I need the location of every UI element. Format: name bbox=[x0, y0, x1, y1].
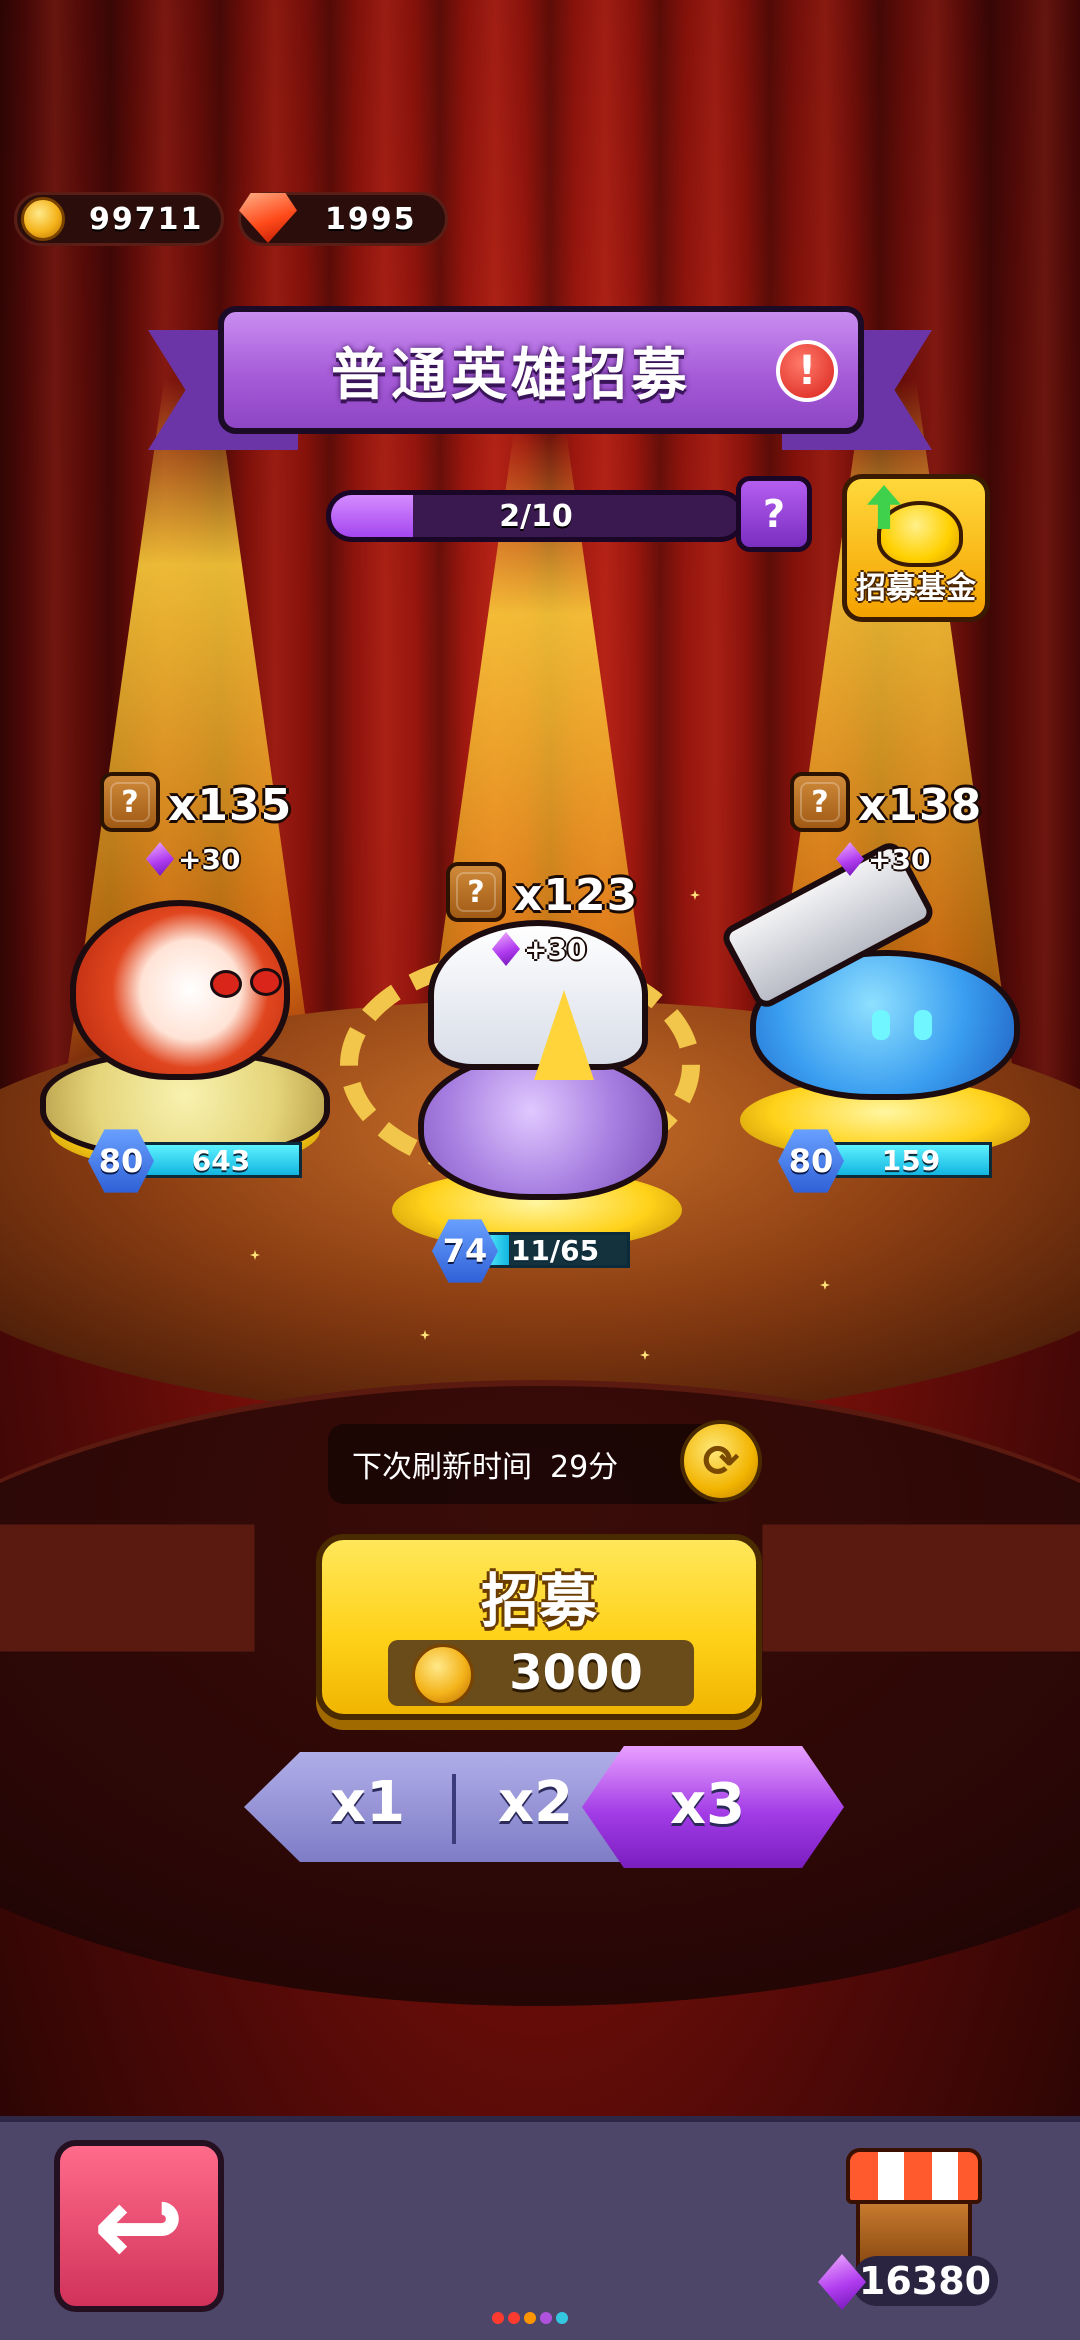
multiplier-x1-button[interactable]: x1 bbox=[330, 1770, 405, 1835]
coin-value: 99711 bbox=[89, 201, 204, 237]
info-alert-icon[interactable]: ! bbox=[776, 340, 838, 402]
recruit-progress-bar: 2/10 bbox=[326, 490, 746, 542]
page-indicator bbox=[492, 2312, 568, 2324]
eye-icon bbox=[872, 1010, 890, 1040]
help-question-button[interactable]: ? bbox=[736, 476, 812, 552]
page-title-banner: 普通英雄招募 ! bbox=[218, 306, 864, 434]
gem-value: 1995 bbox=[325, 201, 417, 237]
recruit-fund-label: 招募基金 bbox=[856, 571, 976, 606]
hero-count: x135 bbox=[168, 780, 293, 831]
refresh-button[interactable]: ⟳ bbox=[680, 1420, 762, 1502]
hero-count: x123 bbox=[514, 870, 639, 921]
ruby-icon bbox=[239, 193, 297, 243]
diamond-balance: 16380 bbox=[852, 2256, 998, 2306]
recruit-button[interactable]: 招募 3000 bbox=[316, 1534, 762, 1720]
indicator-dot bbox=[540, 2312, 552, 2324]
back-arrow-icon: ↩ bbox=[92, 2162, 186, 2290]
multiplier-x2-button[interactable]: x2 bbox=[498, 1770, 573, 1835]
eye-icon bbox=[914, 1010, 932, 1040]
multiplier-divider bbox=[452, 1774, 456, 1844]
recruit-label: 招募 bbox=[480, 1567, 597, 1635]
eye-icon bbox=[210, 970, 242, 998]
eye-icon bbox=[250, 968, 282, 996]
hero-bonus: +30 bbox=[836, 842, 930, 876]
hero-mystery-box-icon: ? bbox=[446, 862, 506, 922]
back-button[interactable]: ↩ bbox=[54, 2140, 224, 2312]
hero-shard-bar: 159 bbox=[830, 1142, 992, 1178]
purple-gem-icon bbox=[836, 842, 864, 876]
hero-bonus-value: +30 bbox=[868, 842, 931, 876]
refresh-timer: 下次刷新时间 29分 bbox=[328, 1424, 728, 1504]
recruit-fund-button[interactable]: 招募基金 bbox=[842, 474, 990, 622]
hero-count: x138 bbox=[858, 780, 983, 831]
multiplier-x3-button[interactable]: x3 bbox=[670, 1772, 745, 1837]
shop-awning-icon bbox=[846, 2148, 982, 2204]
recruit-screen: 99711 1995 普通英雄招募 ! 2/10 ? 招募基金 ? x135 +… bbox=[0, 0, 1080, 2340]
hero-bonus: +30 bbox=[146, 842, 240, 876]
purple-gem-icon bbox=[492, 932, 520, 966]
coin-counter: 99711 bbox=[14, 192, 224, 246]
shop-button[interactable] bbox=[846, 2148, 982, 2268]
indicator-dot bbox=[508, 2312, 520, 2324]
indicator-dot bbox=[556, 2312, 568, 2324]
purple-gem-icon bbox=[146, 842, 174, 876]
coin-icon bbox=[412, 1644, 474, 1706]
refresh-time: 29分 bbox=[550, 1450, 619, 1485]
gem-counter: 1995 bbox=[238, 192, 448, 246]
indicator-dot bbox=[492, 2312, 504, 2324]
hero-bonus: +30 bbox=[492, 932, 586, 966]
coin-icon bbox=[21, 197, 65, 241]
hero-shard-bar: 643 bbox=[140, 1142, 302, 1178]
page-title: 普通英雄招募 bbox=[331, 342, 691, 408]
hero-mystery-box-icon: ? bbox=[790, 772, 850, 832]
hero-bonus-value: +30 bbox=[524, 932, 587, 966]
hero-bonus-value: +30 bbox=[178, 842, 241, 876]
hero-mystery-box-icon: ? bbox=[100, 772, 160, 832]
refresh-label: 下次刷新时间 bbox=[352, 1450, 532, 1485]
hero-shard-bar: 11/65 bbox=[480, 1232, 630, 1268]
progress-text: 2/10 bbox=[499, 498, 573, 534]
recruit-cost-value: 3000 bbox=[509, 1645, 643, 1701]
recruit-cost: 3000 bbox=[388, 1640, 694, 1706]
indicator-dot bbox=[524, 2312, 536, 2324]
